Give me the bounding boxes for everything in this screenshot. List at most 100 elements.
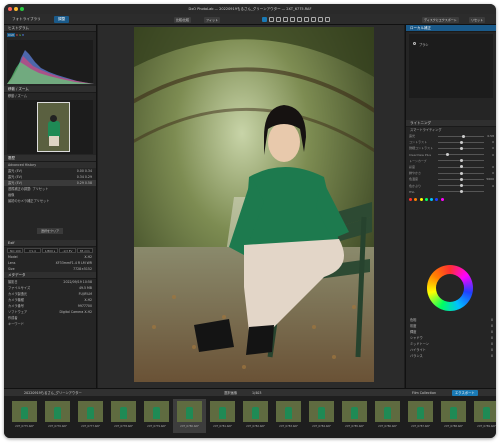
slider-list: 露光 0.58 コントラスト 0 微細コントラスト 0 ClearView Plus 0 トーン… [406, 133, 496, 195]
navigator[interactable] [7, 100, 93, 154]
thumbnail-label: 2XT_6778.RAF [114, 425, 133, 428]
repair-tool-icon[interactable] [283, 17, 288, 22]
filmstrip-thumbnail[interactable]: 2XT_6776.RAF [41, 399, 74, 433]
swatch-magenta[interactable] [440, 197, 444, 201]
zoom-icon[interactable] [325, 17, 330, 22]
slider-label: コントラスト [409, 140, 427, 145]
clear-selection-button[interactable]: 選択をクリア [36, 228, 63, 234]
slider-track[interactable] [438, 135, 484, 137]
slider-knob[interactable] [445, 153, 449, 157]
brush-label[interactable]: ブラシ [419, 42, 429, 47]
rotate-tool-icon[interactable] [269, 17, 274, 22]
slider-knob[interactable] [460, 140, 463, 144]
left-panel: ヒストグラム RGB R G B 移動 / ズーム 移動 / ズーム 履歴 Ad… [4, 25, 97, 388]
fit-button[interactable]: フィット [204, 17, 220, 23]
thumbnail-label: 2XT_6781.RAF [213, 425, 232, 428]
slider-knob[interactable] [460, 159, 463, 163]
histogram-tag-rgb[interactable]: RGB [7, 33, 16, 37]
history-item-old: 0.00 [76, 169, 84, 173]
photo-render [134, 27, 374, 382]
filmstrip-thumbnail[interactable]: 2XT_6787.RAF [404, 399, 437, 433]
slider-knob[interactable] [460, 165, 463, 169]
crop-tool-icon[interactable] [262, 17, 267, 22]
color-wheel[interactable] [427, 265, 473, 311]
exif-ev: -1/3 EV [59, 248, 76, 253]
export-to-disk-button[interactable]: ディスクにエクスポート [422, 17, 459, 23]
thumbnail-label: 2XT_6788.RAF [444, 425, 463, 428]
metadata-header[interactable]: メタデータ [4, 272, 96, 279]
tab-customize[interactable]: 調整 [54, 16, 70, 23]
lighting-title: ライトニング [410, 121, 431, 125]
window-title: DxO PhotoLab — 20220919もるさん_グリーンアウター — 2… [188, 7, 312, 11]
slider-label: トーンカーブ [409, 158, 427, 163]
slider-knob[interactable] [460, 171, 463, 175]
filmstrip-thumbnail[interactable]: 2XT_6779.RAF [140, 399, 173, 433]
exif-header[interactable]: Exif [4, 240, 96, 247]
thumbnail-label: 2XT_6783.RAF [279, 425, 298, 428]
thumbnail-label: 2XT_6777.RAF [81, 425, 100, 428]
compare-split-icon[interactable] [318, 17, 323, 22]
swatch-green[interactable] [424, 197, 428, 201]
history-item-old: 0.34 [76, 175, 84, 179]
main-photo[interactable] [134, 27, 374, 382]
exif-title: Exif [8, 241, 15, 245]
swatch-red[interactable] [409, 197, 412, 201]
image-viewer[interactable] [98, 25, 404, 388]
compare-button[interactable]: 比較/比較 [174, 17, 192, 23]
move-zoom-header[interactable]: 移動 / ズーム [4, 86, 96, 93]
brush-icon[interactable] [413, 42, 416, 45]
filmstrip-thumbnail[interactable]: 2XT_6785.RAF [338, 399, 371, 433]
filmstrip-thumbnail[interactable]: 2XT_6775.RAF [8, 399, 41, 433]
slider-knob[interactable] [460, 146, 463, 150]
swatch-orange[interactable] [414, 197, 418, 201]
thumbnail-image [441, 401, 466, 422]
top-toolbar: フォトライブラリ 調整 比較/比較 フィット ディスクにエクスポート リセット [4, 14, 496, 25]
red-eye-icon[interactable] [297, 17, 302, 22]
filmstrip-thumbnail[interactable]: 2XT_6783.RAF [272, 399, 305, 433]
histogram-tag-g[interactable]: G [19, 33, 21, 37]
filmstrip-thumbnail[interactable]: 2XT_6780.RAF [173, 399, 206, 433]
lighting-header[interactable]: ライトニング [406, 120, 496, 127]
histogram-tag-b[interactable]: B [22, 33, 24, 37]
tone-row[interactable]: バランス 0 [406, 353, 496, 359]
filmstrip-thumbnail[interactable]: 2XT_6789.RAF [470, 399, 496, 433]
history-item-old: 0.29 [76, 181, 84, 185]
local-adjust-header[interactable]: ローカル補正 [406, 25, 496, 32]
slider-knob[interactable] [460, 190, 463, 194]
filmstrip-thumbnail[interactable]: 2XT_6784.RAF [305, 399, 338, 433]
histogram-header[interactable]: ヒストグラム [4, 25, 96, 32]
exif-aperture: f/1.4 [24, 248, 41, 253]
reset-button[interactable]: リセット [469, 17, 486, 23]
filmstrip-thumbnail[interactable]: 2XT_6788.RAF [437, 399, 470, 433]
slider-track[interactable] [438, 154, 484, 156]
thumbnail-image [342, 401, 367, 422]
local-adjust-panel: ブラシ [409, 34, 493, 98]
navigator-preview[interactable] [37, 102, 70, 152]
title-bar: DxO PhotoLab — 20220919もるさん_グリーンアウター — 2… [4, 4, 496, 14]
swatch-yellow[interactable] [419, 197, 423, 201]
slider-label: 露光 [409, 134, 416, 138]
thumbnail-image [375, 401, 400, 422]
slider-knob[interactable] [460, 184, 463, 187]
perspective-tool-icon[interactable] [276, 17, 281, 22]
white-balance-icon[interactable] [311, 17, 316, 22]
slider-label: ClearView Plus [409, 152, 432, 157]
histogram-tag-r[interactable]: R [16, 33, 18, 37]
filmstrip-toolbar: 20220919もるさん_グリーンアウター 選択画像 1/403 Film Co… [4, 388, 496, 396]
filmstrip-thumbnail[interactable]: 2XT_6778.RAF [107, 399, 140, 433]
filmstrip-thumbnail[interactable]: 2XT_6777.RAF [74, 399, 107, 433]
history-header[interactable]: 履歴 [4, 155, 96, 162]
local-adjust-icon[interactable] [290, 17, 295, 22]
swatch-cyan[interactable] [430, 197, 434, 201]
filmstrip-thumbnail[interactable]: 2XT_6781.RAF [206, 399, 239, 433]
thumbnail-label: 2XT_6784.RAF [312, 425, 331, 428]
metadata-row[interactable]: キーワード [4, 321, 96, 327]
horizon-icon[interactable] [304, 17, 309, 22]
filmstrip-thumbnail[interactable]: 2XT_6786.RAF [371, 399, 404, 433]
swatch-blue[interactable] [435, 197, 439, 201]
tab-photo-library[interactable]: フォトライブラリ [8, 16, 45, 23]
thumbnail-label: 2XT_6789.RAF [477, 425, 496, 428]
filmstrip-thumbnail[interactable]: 2XT_6782.RAF [239, 399, 272, 433]
adjust-slider[interactable]: HSL [406, 189, 496, 195]
slider-knob[interactable] [460, 177, 463, 181]
